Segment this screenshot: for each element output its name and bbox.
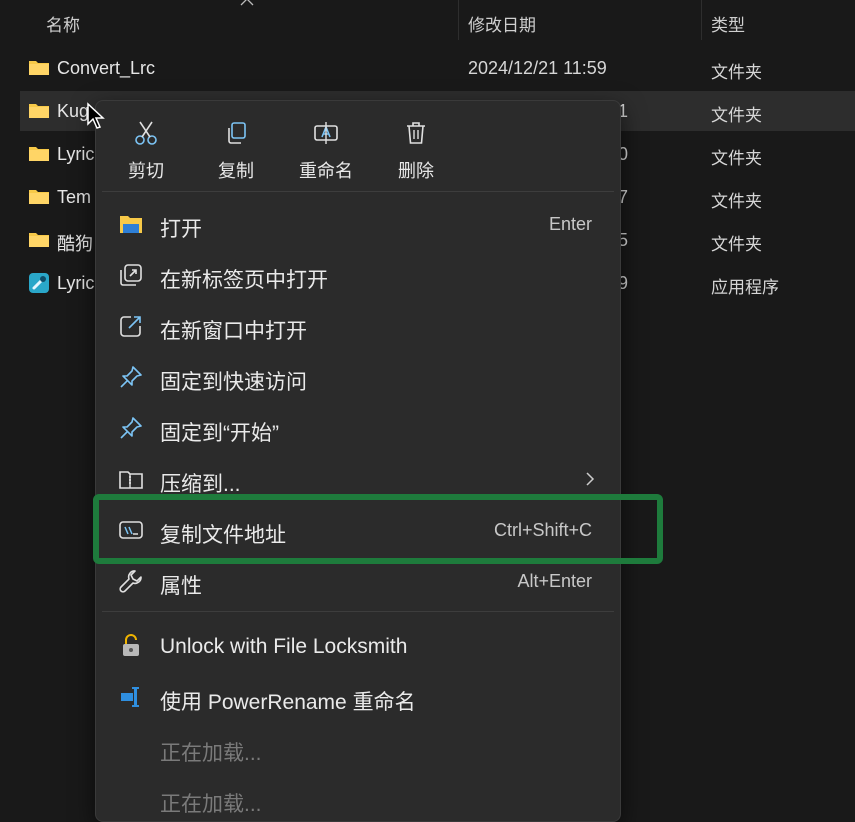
file-name: Tem: [57, 187, 92, 207]
menu-item-label: 固定到快速访问: [160, 371, 307, 394]
menu-item-label: Unlock with File Locksmith: [160, 635, 408, 658]
column-name-header[interactable]: 名称: [46, 11, 80, 36]
copy-icon: [228, 122, 246, 144]
menu-item-label: 复制文件地址: [160, 524, 286, 547]
file-date: 2024/12/21 11:59: [468, 58, 607, 78]
copy-button[interactable]: 复制: [194, 111, 278, 187]
menu-item-label: 压缩到...: [160, 473, 241, 496]
menu-item-label: 属性: [160, 575, 202, 598]
delete-icon: [407, 122, 425, 144]
menu-item-properties[interactable]: 属性 Alt+Enter: [102, 558, 614, 604]
cut-icon: [135, 121, 157, 145]
app-icon: [29, 273, 49, 293]
file-type: 文件夹: [711, 106, 762, 125]
menu-divider: [102, 191, 614, 192]
pin-icon: [120, 417, 142, 439]
file-name: 酷狗: [57, 234, 93, 254]
column-header-bar: 名称 修改日期 类型: [0, 0, 855, 40]
menu-item-compress[interactable]: 压缩到...: [102, 456, 614, 502]
copy-label: 复制: [218, 161, 254, 181]
menu-item-label: 固定到“开始”: [160, 422, 279, 445]
menu-item-loading: 正在加载...: [102, 725, 614, 771]
folder-icon: [29, 233, 49, 247]
menu-item-label: 正在加载...: [160, 793, 262, 816]
rename-icon: [314, 122, 338, 144]
menu-item-open[interactable]: 打开 Enter: [102, 201, 614, 247]
lock-icon: [123, 634, 139, 656]
folder-icon: [29, 190, 49, 204]
file-name: Convert_Lrc: [57, 58, 156, 78]
shortcut-text: Enter: [548, 214, 592, 234]
menu-item-label: 在新标签页中打开: [160, 269, 328, 292]
folder-icon: [29, 104, 49, 118]
new-tab-icon: [120, 264, 142, 286]
mouse-cursor-icon: [87, 102, 105, 129]
menu-item-file-locksmith[interactable]: Unlock with File Locksmith: [102, 623, 614, 669]
chevron-right-icon: [586, 472, 595, 486]
rename-label: 重命名: [299, 161, 353, 181]
menu-item-label: 打开: [160, 218, 202, 241]
menu-item-label: 在新窗口中打开: [160, 320, 307, 343]
file-row[interactable]: Convert_Lrc 2024/12/21 11:59 文件夹: [20, 48, 855, 88]
column-date-header[interactable]: 修改日期: [468, 11, 536, 36]
menu-item-open-new-tab[interactable]: 在新标签页中打开: [102, 252, 614, 298]
menu-item-pin-quick-access[interactable]: 固定到快速访问: [102, 354, 614, 400]
open-folder-icon: [120, 216, 142, 233]
file-name: Lyric: [57, 144, 95, 164]
delete-button[interactable]: 删除: [374, 111, 458, 187]
shortcut-text: Ctrl+Shift+C: [493, 520, 592, 540]
column-type-header[interactable]: 类型: [711, 11, 745, 36]
menu-item-pin-start[interactable]: 固定到“开始”: [102, 405, 614, 451]
file-type: 文件夹: [711, 63, 762, 82]
menu-item-open-new-window[interactable]: 在新窗口中打开: [102, 303, 614, 349]
menu-divider: [102, 611, 614, 612]
menu-item-powerrename[interactable]: 使用 PowerRename 重命名: [102, 674, 614, 720]
menu-item-loading: 正在加载...: [102, 776, 614, 822]
column-divider[interactable]: [701, 0, 702, 40]
wrench-icon: [119, 570, 142, 593]
shortcut-text: Alt+Enter: [517, 571, 592, 591]
file-name: Lyric: [57, 273, 95, 293]
file-type: 文件夹: [711, 192, 762, 211]
menu-item-label: 正在加载...: [160, 742, 262, 765]
pin-icon: [120, 366, 142, 388]
context-menu: 剪切 复制 重命名 删除 打开 Enter 在新标签页中打开 在新窗口中打开 固…: [95, 100, 621, 822]
folder-icon: [29, 147, 49, 161]
file-type: 应用程序: [711, 278, 779, 297]
rename-button[interactable]: 重命名: [284, 111, 368, 187]
powerrename-icon: [121, 687, 139, 707]
cut-label: 剪切: [128, 161, 164, 181]
file-type: 文件夹: [711, 235, 762, 254]
new-window-icon: [120, 316, 141, 337]
sort-ascending-icon: [240, 0, 254, 6]
column-divider[interactable]: [458, 0, 459, 40]
menu-item-copy-path[interactable]: 复制文件地址 Ctrl+Shift+C: [102, 507, 614, 553]
file-name: Kug: [57, 101, 90, 121]
menu-item-label: 使用 PowerRename 重命名: [160, 691, 416, 714]
cut-button[interactable]: 剪切: [104, 111, 188, 187]
folder-icon: [29, 61, 49, 75]
file-type: 文件夹: [711, 149, 762, 168]
copy-path-icon: [119, 521, 143, 539]
delete-label: 删除: [398, 161, 434, 181]
zip-folder-icon: [119, 471, 143, 489]
